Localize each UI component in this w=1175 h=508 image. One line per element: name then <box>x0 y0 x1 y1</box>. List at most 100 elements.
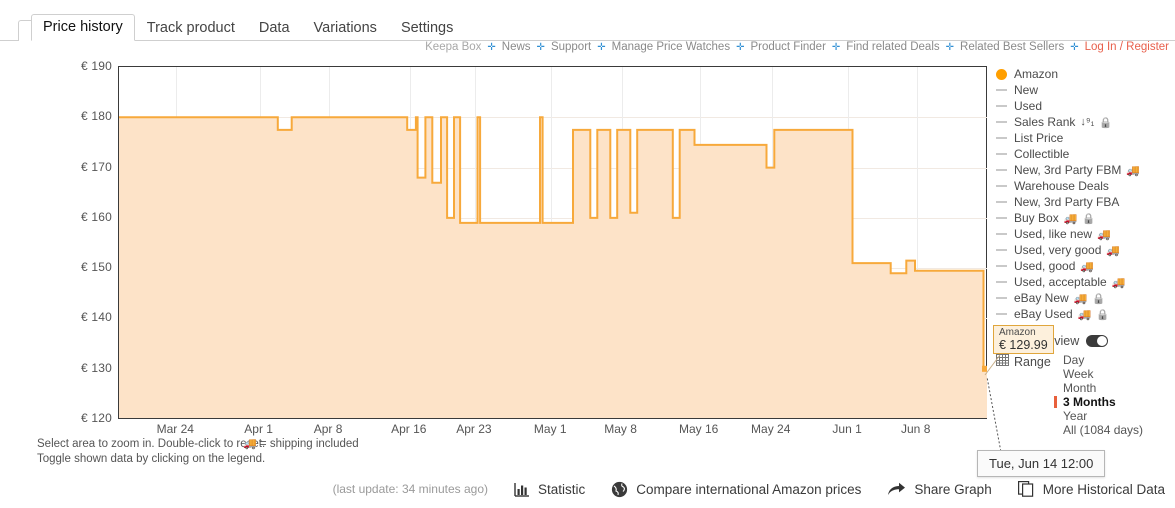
current-price-marker <box>982 365 987 372</box>
legend-color-dash <box>996 217 1007 219</box>
y-tick-label: € 180 <box>80 109 112 124</box>
legend-color-dash <box>996 121 1007 123</box>
truck-icon: 🚚 <box>243 438 257 450</box>
chart-legend: Amazon New Used Sales Rank ↓⁹₁ 🔒 List Price Col… <box>996 66 1175 322</box>
legend-item-new[interactable]: New <box>996 82 1175 98</box>
legend-item-label: eBay Used <box>1014 307 1073 321</box>
legend-item-ebay-used[interactable]: eBay Used 🚚 🔒 <box>996 306 1175 322</box>
link-separator-icon: ✛ <box>945 41 955 53</box>
legend-color-dash <box>996 105 1007 107</box>
more-historical-data-button[interactable]: More Historical Data <box>1017 481 1165 497</box>
lock-icon: 🔒 <box>1099 116 1113 129</box>
truck-icon: 🚚 <box>1073 292 1088 305</box>
share-graph-label: Share Graph <box>914 481 992 497</box>
link-separator-icon: ✛ <box>1070 41 1079 53</box>
range-option-year[interactable]: Year <box>1063 409 1175 423</box>
legend-color-dash <box>996 249 1007 251</box>
x-tick-label: May 8 <box>604 422 637 436</box>
bar-chart-icon <box>514 482 530 497</box>
link-manage-price-watches[interactable]: Manage Price Watches <box>612 41 730 53</box>
range-option-3-months[interactable]: 3 Months <box>1054 395 1175 409</box>
legend-item-label: Buy Box <box>1014 211 1059 225</box>
compare-prices-button[interactable]: Compare international Amazon prices <box>611 481 861 498</box>
legend-item-label: New, 3rd Party FBA <box>1014 195 1120 209</box>
shipping-hint-label: = shipping included <box>259 438 359 450</box>
tab-variations[interactable]: Variations <box>302 15 389 41</box>
truck-icon: 🚚 <box>1097 228 1111 241</box>
toggle-knob <box>1097 336 1108 346</box>
link-separator-icon: ✛ <box>831 41 841 53</box>
legend-item-collectible[interactable]: Collectible <box>996 146 1175 162</box>
legend-item-label: List Price <box>1014 131 1064 145</box>
truck-icon: 🚚 <box>1106 244 1121 257</box>
legend-item-list-price[interactable]: List Price <box>996 130 1175 146</box>
y-tick-label: € 170 <box>80 159 112 174</box>
link-find-related-deals[interactable]: Find related Deals <box>846 41 939 53</box>
legend-item-used-very-good[interactable]: Used, very good 🚚 <box>996 242 1175 258</box>
x-tick-label: Apr 1 <box>244 422 273 436</box>
tab-data[interactable]: Data <box>247 15 302 41</box>
compare-prices-label: Compare international Amazon prices <box>636 481 862 497</box>
share-arrow-icon <box>887 482 906 497</box>
link-separator-icon: ✛ <box>736 41 745 53</box>
x-tick-label: May 16 <box>679 422 719 436</box>
price-tooltip: Amazon € 129.99 <box>993 325 1054 354</box>
lock-icon: 🔒 <box>1092 292 1106 305</box>
range-label: Range <box>1014 354 1051 369</box>
legend-item-used-good[interactable]: Used, good 🚚 <box>996 258 1175 274</box>
range-option-week[interactable]: Week <box>1063 367 1175 381</box>
more-historical-data-label: More Historical Data <box>1042 481 1165 497</box>
legend-color-dash <box>996 169 1007 171</box>
legend-item-amazon[interactable]: Amazon <box>996 66 1175 82</box>
legend-color-dot <box>996 68 1007 80</box>
legend-item-label: eBay New <box>1014 291 1069 305</box>
range-option-month[interactable]: Month <box>1063 381 1175 395</box>
sort-order-icon: ↓⁹₁ <box>1080 116 1095 128</box>
link-support[interactable]: Support <box>551 41 591 53</box>
chart-footer: (last update: 34 minutes ago) Statistic … <box>0 476 1175 502</box>
share-graph-button[interactable]: Share Graph <box>887 481 992 497</box>
link-separator-icon: ✛ <box>597 41 606 53</box>
link-product-finder[interactable]: Product Finder <box>750 41 825 53</box>
tab-settings[interactable]: Settings <box>389 15 465 41</box>
legend-item-new-3rd-party-fbm[interactable]: New, 3rd Party FBM 🚚 <box>996 162 1175 178</box>
legend-color-dash <box>996 281 1007 283</box>
statistic-button[interactable]: Statistic <box>514 482 585 497</box>
link-related-best-sellers[interactable]: Related Best Sellers <box>960 41 1064 53</box>
link-news[interactable]: News <box>502 41 531 53</box>
legend-color-dash <box>996 297 1007 299</box>
legend-item-used-acceptable[interactable]: Used, acceptable 🚚 <box>996 274 1175 290</box>
chart-plot-area[interactable] <box>118 66 987 419</box>
x-tick-label: Apr 16 <box>391 422 427 436</box>
x-tick-label: Jun 1 <box>832 422 862 436</box>
legend-color-dash <box>996 137 1007 139</box>
statistic-label: Statistic <box>538 481 586 497</box>
tab-track-product[interactable]: Track product <box>135 15 247 41</box>
legend-item-used[interactable]: Used <box>996 98 1175 114</box>
x-tick-label: Jun 8 <box>901 422 931 436</box>
shipping-hint: 🚚 = shipping included <box>243 437 359 450</box>
y-tick-label: € 150 <box>80 260 112 275</box>
lock-icon: 🔒 <box>1096 308 1110 321</box>
toggle-switch-icon[interactable] <box>1086 335 1109 347</box>
range-option-all-1084-days[interactable]: All (1084 days) <box>1063 423 1175 437</box>
legend-item-used-like-new[interactable]: Used, like new 🚚 <box>996 226 1175 242</box>
price-area-fill <box>119 117 987 419</box>
copy-pages-icon <box>1017 481 1035 497</box>
calendar-icon <box>996 354 1009 369</box>
link-log-in-register[interactable]: Log In / Register <box>1085 41 1169 53</box>
hint-legend: Toggle shown data by clicking on the leg… <box>37 453 266 465</box>
legend-item-sales-rank[interactable]: Sales Rank ↓⁹₁ 🔒 <box>996 114 1175 130</box>
truck-icon: 🚚 <box>1077 308 1092 321</box>
y-tick-label: € 190 <box>80 59 112 73</box>
truck-icon: 🚚 <box>1063 212 1078 225</box>
tab-bar: Price history Track product Data Variati… <box>0 14 1175 41</box>
legend-item-buy-box[interactable]: Buy Box 🚚 🔒 <box>996 210 1175 226</box>
truck-icon: 🚚 <box>1126 164 1141 177</box>
legend-item-warehouse-deals[interactable]: Warehouse Deals <box>996 178 1175 194</box>
range-option-day[interactable]: Day <box>1063 353 1175 367</box>
y-tick-label: € 130 <box>80 360 112 375</box>
tab-price-history[interactable]: Price history <box>31 14 135 41</box>
legend-item-new-3rd-party-fba[interactable]: New, 3rd Party FBA <box>996 194 1175 210</box>
legend-item-ebay-new[interactable]: eBay New 🚚 🔒 <box>996 290 1175 306</box>
